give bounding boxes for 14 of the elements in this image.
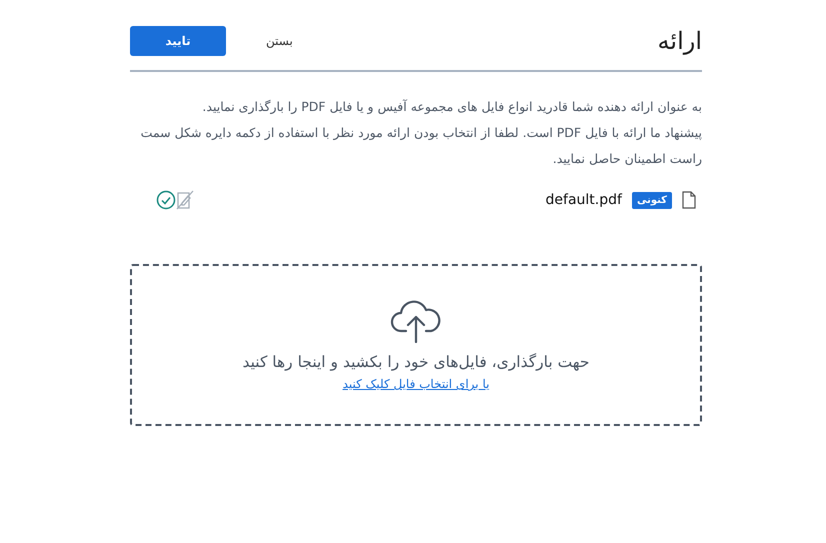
confirm-button[interactable]: تایید (130, 26, 226, 56)
upload-dropzone[interactable]: حهت بارگذاری، فایل‌های خود را بکشید و اینجا رها کنید یا برای انتخاب فایل کلیک کنید (130, 264, 702, 426)
dialog-title: ارائه (658, 27, 702, 55)
description-text: به عنوان ارائه دهنده شما قادرید انواع فایل های مجموعه آفیس و یا فایل PDF را بارگذاری نمایید. (201, 98, 702, 116)
edit-off-icon[interactable] (176, 190, 194, 210)
close-button[interactable]: بستن (260, 30, 299, 52)
check-circle-icon[interactable] (156, 190, 176, 210)
file-name: default.pdf (546, 192, 622, 208)
drop-message: حهت بارگذاری، فایل‌های خود را بکشید و اینجا رها کنید (242, 353, 590, 371)
select-file-link[interactable]: یا برای انتخاب فایل کلیک کنید (342, 377, 490, 391)
description-text: پیشنهاد ما ارائه با فایل PDF است. لطفا از انتخاب بودن ارائه مورد نظر با استفاده از دکمه دایره شکل سمت راست اطمینان حاصل نمایید. (140, 124, 702, 168)
current-badge: کنونی (632, 192, 672, 208)
file-icon (682, 191, 696, 209)
cloud-upload-icon (390, 299, 442, 343)
